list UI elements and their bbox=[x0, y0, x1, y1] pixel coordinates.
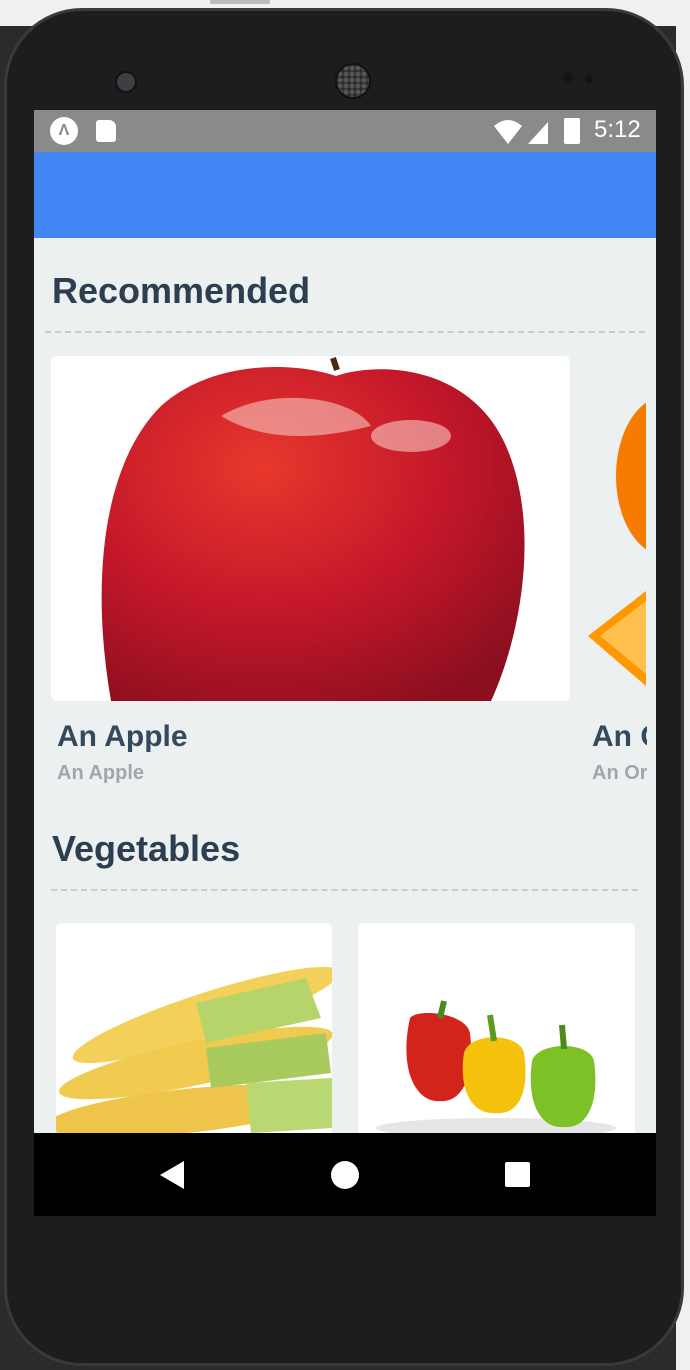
status-time: 5:12 bbox=[594, 116, 641, 143]
battery-icon bbox=[564, 118, 580, 144]
bell-peppers-card[interactable] bbox=[358, 923, 635, 1153]
vegetables-section-title: Vegetables bbox=[52, 828, 241, 869]
apple-card-image[interactable] bbox=[51, 356, 570, 701]
orange-card-image[interactable] bbox=[586, 356, 646, 701]
front-camera-icon bbox=[115, 71, 137, 93]
baby-corn-image bbox=[56, 966, 332, 1138]
orange-image bbox=[588, 402, 646, 686]
expo-icon: Λ bbox=[50, 117, 78, 145]
recommended-divider bbox=[45, 331, 645, 333]
navigation-bar bbox=[34, 1133, 656, 1216]
orange-card-title[interactable]: An Orange bbox=[592, 720, 647, 754]
back-icon[interactable] bbox=[160, 1161, 184, 1189]
apple-image bbox=[101, 357, 525, 701]
vegetables-divider bbox=[51, 889, 638, 891]
status-bar: Λ 5:12 bbox=[34, 110, 656, 152]
recents-icon[interactable] bbox=[505, 1162, 530, 1187]
apple-card-subtitle: An Apple bbox=[57, 762, 145, 784]
app-header-bar bbox=[34, 152, 656, 238]
baby-corn-card[interactable] bbox=[56, 923, 332, 1153]
phone-screen: Λ 5:12 Recommended An Apple An Apple An … bbox=[34, 110, 656, 1216]
wifi-signal-icon bbox=[494, 120, 548, 144]
apple-card-title[interactable]: An Apple bbox=[57, 720, 188, 754]
orange-card-subtitle: An Orange bbox=[592, 762, 647, 784]
proximity-sensor bbox=[563, 73, 573, 83]
bell-peppers-image bbox=[376, 1000, 616, 1138]
earpiece-speaker bbox=[335, 63, 371, 99]
sd-card-icon bbox=[96, 120, 116, 142]
light-sensor bbox=[585, 75, 593, 83]
home-icon[interactable] bbox=[331, 1161, 359, 1189]
recommended-section-title: Recommended bbox=[52, 270, 311, 311]
